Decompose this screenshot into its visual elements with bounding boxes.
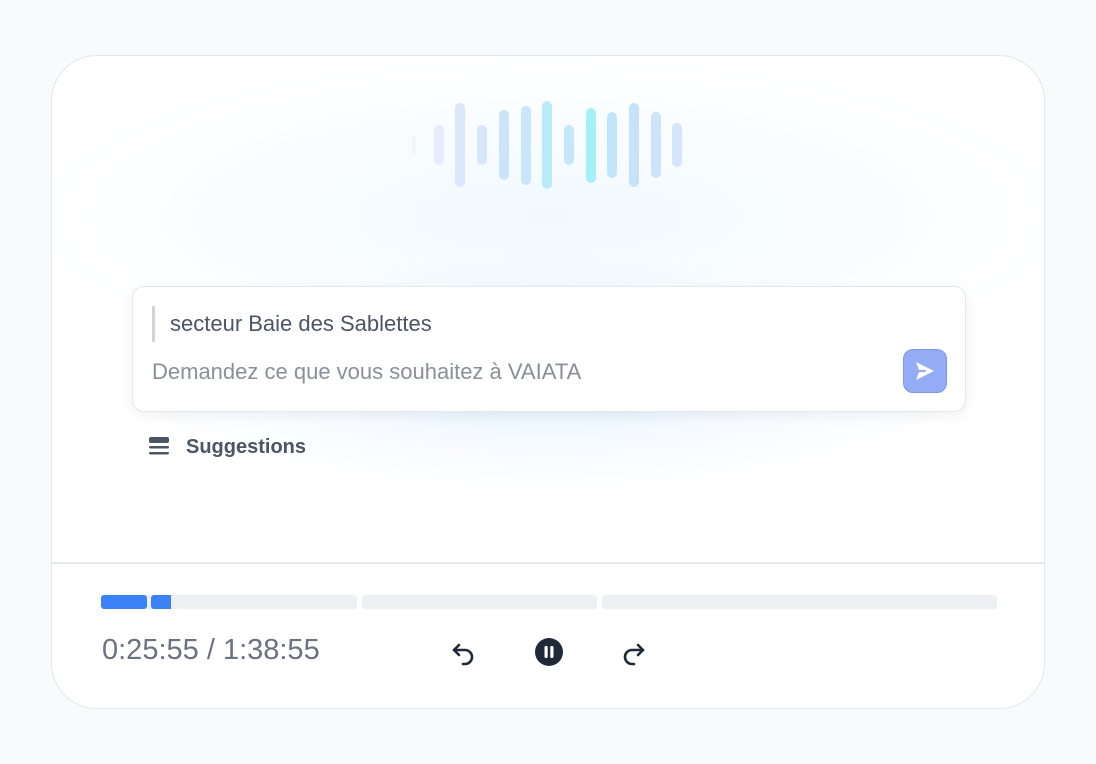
quoted-context: secteur Baie des Sablettes: [152, 306, 432, 342]
waveform-bar: [412, 136, 416, 154]
voice-assistant-card: secteur Baie des Sablettes Demandez ce q…: [51, 55, 1045, 709]
send-icon: [916, 362, 934, 380]
waveform-bar: [607, 112, 617, 178]
waveform-bar: [455, 103, 465, 187]
waveform-bar: [499, 110, 509, 180]
progress-segment[interactable]: [602, 595, 997, 609]
waveform-bar: [651, 112, 661, 178]
waveform-bar: [586, 107, 596, 183]
pause-button[interactable]: [531, 634, 567, 670]
pause-icon: [535, 638, 563, 666]
progress-segment[interactable]: [101, 595, 357, 609]
forward-button[interactable]: [615, 634, 651, 670]
audio-waveform-icon: [412, 100, 692, 190]
chapter-progress-bar[interactable]: [101, 595, 997, 609]
waveform-bar: [672, 123, 682, 167]
progress-segment[interactable]: [362, 595, 597, 609]
stack-icon: [149, 437, 169, 455]
prompt-input[interactable]: Demandez ce que vous souhaitez à VAIATA: [152, 359, 581, 385]
waveform-bar: [434, 125, 444, 165]
prompt-composer[interactable]: secteur Baie des Sablettes Demandez ce q…: [132, 286, 966, 412]
rewind-button[interactable]: [446, 634, 482, 670]
current-time: 0:25:55: [102, 634, 199, 666]
progress-played: [101, 595, 147, 609]
time-readout: 0:25:55 / 1:38:55: [102, 634, 320, 667]
waveform-bar: [521, 105, 531, 185]
waveform-bar: [564, 125, 574, 165]
waveform-bar: [542, 101, 552, 189]
undo-arrow-icon: [452, 643, 474, 666]
time-separator: /: [198, 634, 223, 666]
send-button[interactable]: [903, 349, 947, 393]
progress-played: [151, 595, 171, 609]
divider: [52, 562, 1044, 564]
waveform-bar: [477, 125, 487, 165]
suggestions-label: Suggestions: [186, 436, 307, 458]
total-time: 1:38:55: [222, 634, 320, 666]
redo-arrow-icon: [623, 643, 645, 666]
waveform-bar: [629, 103, 639, 187]
